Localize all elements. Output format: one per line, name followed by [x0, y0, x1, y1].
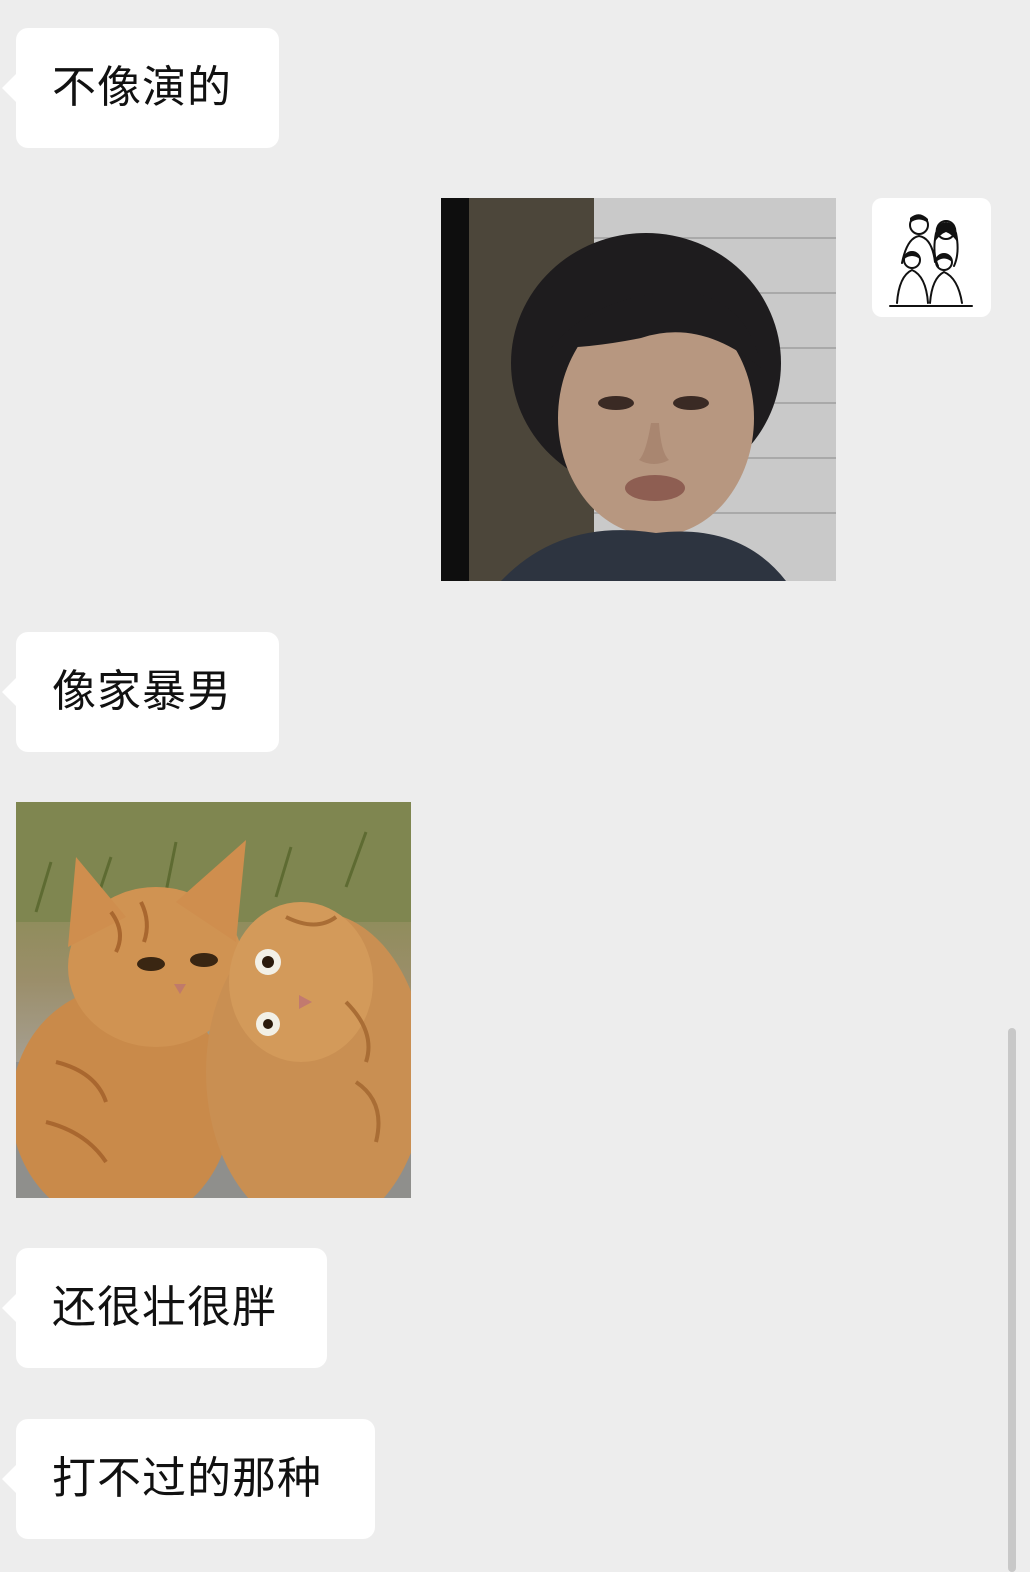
image-message-person[interactable]: [441, 198, 836, 581]
message-bubble-left[interactable]: 不像演的: [2, 28, 279, 148]
message-text: 像家暴男: [52, 666, 232, 717]
person-photo-sticker: [441, 198, 836, 581]
message-bubble-left[interactable]: 像家暴男: [2, 632, 279, 752]
message-bubble-left[interactable]: 打不过的那种: [2, 1419, 375, 1539]
user-avatar[interactable]: [872, 198, 991, 317]
image-message-cats[interactable]: [16, 802, 411, 1198]
family-sketch-avatar-icon: [889, 214, 973, 307]
scrollbar[interactable]: [1008, 1028, 1016, 1572]
chat-area: 不像演的 像家暴男 还很壮很胖 打不过的那种: [0, 0, 1030, 1572]
cats-photo-sticker: [16, 802, 411, 1198]
message-text: 打不过的那种: [52, 1453, 322, 1504]
message-text: 不像演的: [52, 62, 232, 113]
message-text: 还很壮很胖: [52, 1282, 277, 1333]
message-bubble-left[interactable]: 还很壮很胖: [2, 1248, 327, 1368]
